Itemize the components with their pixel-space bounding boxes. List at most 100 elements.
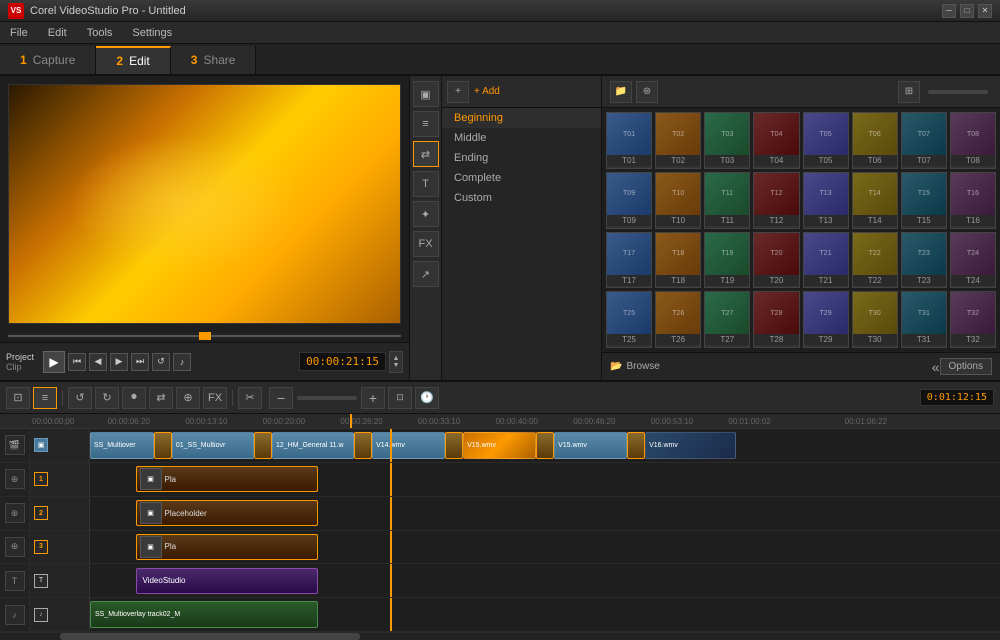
lock-title-btn[interactable]: T	[5, 571, 25, 591]
menu-tools[interactable]: Tools	[83, 25, 117, 41]
side-icon-video-filter[interactable]: FX	[413, 231, 439, 257]
clip-v16[interactable]: V16.wmv	[645, 432, 736, 458]
tl-timeline-btn[interactable]: ≡	[33, 387, 57, 409]
transport-prev-frame[interactable]: ◀	[89, 353, 107, 371]
zoom-out-btn[interactable]: −	[269, 387, 293, 409]
close-button[interactable]: ✕	[978, 4, 992, 18]
clip-transition-4[interactable]	[445, 432, 463, 458]
maximize-button[interactable]: □	[960, 4, 974, 18]
clip-v15b[interactable]: V15.wmv	[554, 432, 627, 458]
clip-transition-3[interactable]	[354, 432, 372, 458]
media-thumb-t32[interactable]: T32 T32	[950, 291, 996, 348]
category-beginning[interactable]: Beginning	[442, 108, 601, 128]
lock-video-btn[interactable]: 🎬	[5, 435, 25, 455]
clip-12hm[interactable]: 12_HM_General 11.w	[272, 432, 354, 458]
audio-track-content[interactable]: SS_Multioverlay track02_M	[90, 598, 1000, 631]
clip-ss-multiover[interactable]: SS_Multiover	[90, 432, 154, 458]
transport-start[interactable]: ⏮	[68, 353, 86, 371]
clip-v14[interactable]: V14.wmv	[372, 432, 445, 458]
menu-edit[interactable]: Edit	[44, 25, 71, 41]
scrubber-bar[interactable]	[8, 332, 401, 340]
clip-transition-2[interactable]	[254, 432, 272, 458]
media-thumb-t22[interactable]: T22 T22	[852, 232, 898, 289]
media-thumb-t28[interactable]: T28 T28	[753, 291, 799, 348]
media-thumb-t15[interactable]: T15 T15	[901, 172, 947, 229]
media-thumb-t18[interactable]: T18 T18	[655, 232, 701, 289]
tl-fx-btn[interactable]: FX	[203, 387, 227, 409]
media-thumb-t23[interactable]: T23 T23	[901, 232, 947, 289]
tl-storyboard-btn[interactable]: ⊡	[6, 387, 30, 409]
side-icon-instant[interactable]: ≡	[413, 111, 439, 137]
side-icon-title[interactable]: T	[413, 171, 439, 197]
ov3-track-content[interactable]: ▣ Pla	[90, 531, 1000, 564]
lock-audio-btn[interactable]: ♪	[5, 605, 25, 625]
options-button[interactable]: Options	[940, 358, 992, 375]
side-icon-graphics[interactable]: ✦	[413, 201, 439, 227]
lock-ov3-btn[interactable]: ⊕	[5, 537, 25, 557]
clip-transition-1[interactable]	[154, 432, 172, 458]
clip-01-ss[interactable]: 01_SS_Multiovr	[172, 432, 254, 458]
clip-audio[interactable]: SS_Multioverlay track02_M	[90, 601, 318, 627]
media-thumb-t03[interactable]: T03 T03	[704, 112, 750, 169]
collapse-btn[interactable]: «	[932, 359, 940, 375]
side-icon-share[interactable]: ↗	[413, 261, 439, 287]
transport-next-frame[interactable]: ▶	[110, 353, 128, 371]
tab-edit[interactable]: 2 Edit	[96, 46, 170, 74]
side-icon-transition[interactable]: ⇄	[413, 141, 439, 167]
zoom-slider[interactable]	[297, 396, 357, 400]
media-thumb-t02[interactable]: T02 T02	[655, 112, 701, 169]
transport-loop[interactable]: ↺	[152, 353, 170, 371]
tl-fit-btn[interactable]: ⊡	[388, 387, 412, 409]
video-track-content[interactable]: SS_Multiover 01_SS_Multiovr 12_HM_Genera…	[90, 429, 1000, 462]
transport-play[interactable]: ▶	[43, 351, 65, 373]
category-ending[interactable]: Ending	[442, 148, 601, 168]
media-thumb-t10[interactable]: T10 T10	[655, 172, 701, 229]
minimize-button[interactable]: ─	[942, 4, 956, 18]
zoom-in-btn[interactable]: +	[361, 387, 385, 409]
tl-record-btn[interactable]: ⏺	[122, 387, 146, 409]
browse-button[interactable]: 📂 Browse	[610, 361, 660, 372]
menu-file[interactable]: File	[6, 25, 32, 41]
media-thumb-t01[interactable]: T01 T01	[606, 112, 652, 169]
clip-ov1[interactable]: ▣ Pla	[136, 466, 318, 492]
media-zoom-slider[interactable]	[928, 90, 988, 94]
media-thumb-t07[interactable]: T07 T07	[901, 112, 947, 169]
media-thumb-t13[interactable]: T13 T13	[803, 172, 849, 229]
tl-auto-btn[interactable]: ⊕	[176, 387, 200, 409]
media-thumb-t26[interactable]: T26 T26	[655, 291, 701, 348]
tab-share[interactable]: 3 Share	[171, 46, 257, 74]
media-thumb-t20[interactable]: T20 T20	[753, 232, 799, 289]
media-thumb-t06[interactable]: T06 T06	[852, 112, 898, 169]
media-thumb-t11[interactable]: T11 T11	[704, 172, 750, 229]
category-middle[interactable]: Middle	[442, 128, 601, 148]
media-thumb-t21[interactable]: T21 T21	[803, 232, 849, 289]
category-custom[interactable]: Custom	[442, 188, 601, 208]
tl-clock-btn[interactable]: 🕐	[415, 387, 439, 409]
transport-end[interactable]: ⏭	[131, 353, 149, 371]
media-thumb-t14[interactable]: T14 T14	[852, 172, 898, 229]
ov2-track-content[interactable]: ▣ Placeholder	[90, 497, 1000, 530]
media-folder-btn[interactable]: 📁	[610, 81, 632, 103]
clip-title[interactable]: VideoStudio	[136, 568, 318, 594]
menu-settings[interactable]: Settings	[128, 25, 176, 41]
tl-undo-btn[interactable]: ↺	[68, 387, 92, 409]
clip-transition-6[interactable]	[627, 432, 645, 458]
transport-volume[interactable]: ♪	[173, 353, 191, 371]
media-thumb-t17[interactable]: T17 T17	[606, 232, 652, 289]
media-thumb-t27[interactable]: T27 T27	[704, 291, 750, 348]
tl-redo-btn[interactable]: ↻	[95, 387, 119, 409]
side-icon-media[interactable]: ▣	[413, 81, 439, 107]
lock-ov1-btn[interactable]: ⊕	[5, 469, 25, 489]
media-thumb-t24[interactable]: T24 T24	[950, 232, 996, 289]
media-thumb-t25[interactable]: T25 T25	[606, 291, 652, 348]
media-thumb-t16[interactable]: T16 T16	[950, 172, 996, 229]
tab-capture[interactable]: 1 Capture	[0, 46, 96, 74]
ov1-track-content[interactable]: ▣ Pla	[90, 463, 1000, 496]
scrollbar-thumb[interactable]	[60, 633, 360, 640]
media-thumb-t05[interactable]: T05 T05	[803, 112, 849, 169]
media-thumb-t29[interactable]: T29 T29	[803, 291, 849, 348]
media-view-btn[interactable]: ⊞	[898, 81, 920, 103]
tl-trim-btn[interactable]: ✂	[238, 387, 262, 409]
media-thumb-t30[interactable]: T30 T30	[852, 291, 898, 348]
clip-ov3[interactable]: ▣ Pla	[136, 534, 318, 560]
